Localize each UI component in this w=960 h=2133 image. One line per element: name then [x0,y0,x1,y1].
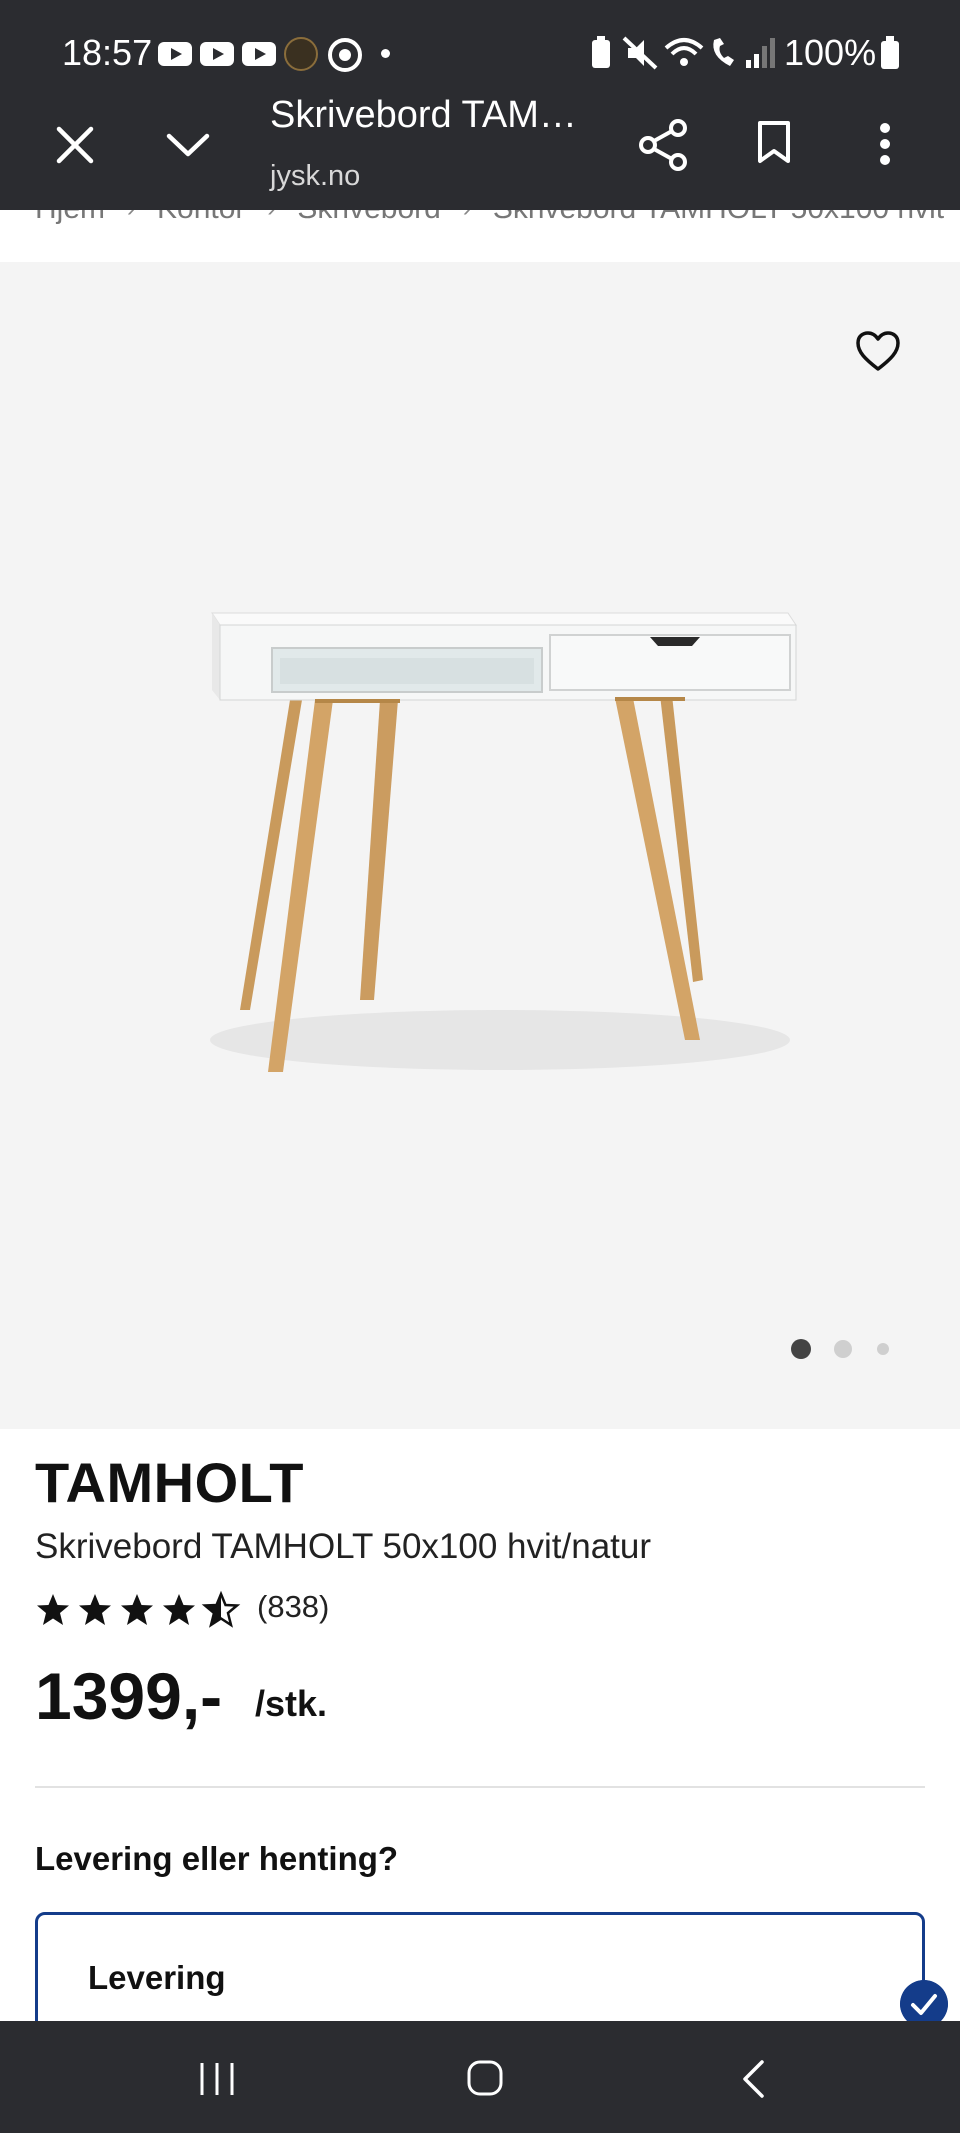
system-nav-bar [0,2021,960,2133]
rating-stars[interactable] [35,1590,245,1630]
delivery-option-label: Levering [88,1959,226,1996]
star-icon [79,1594,111,1625]
star-icon [121,1594,153,1625]
product-price: 1399,- [35,1659,223,1733]
wifi-calling-icon [713,38,734,66]
star-icon [163,1594,195,1625]
carousel-dot[interactable] [834,1340,852,1358]
delivery-question: Levering eller henting? [35,1840,399,1877]
page-title[interactable]: Skrivebord TAM… [270,94,577,137]
status-bar: 18:57 100% [0,0,960,106]
recent-apps-icon[interactable] [197,2061,237,2097]
youtube-notification-icon [242,42,276,66]
wifi-icon [664,38,704,66]
carousel-dot[interactable] [877,1343,889,1355]
price-unit: /stk. [255,1683,328,1724]
more-vert-icon[interactable] [878,122,892,166]
mute-icon [622,36,658,70]
review-count[interactable]: (838) [257,1589,329,1625]
back-icon[interactable] [740,2059,766,2099]
youtube-notification-icon [200,42,234,66]
youtube-notification-icon [158,42,192,66]
bookmark-icon[interactable] [756,120,792,164]
browser-toolbar: 18:57 100% Skrivebord TAM… jysk.no [0,0,960,210]
battery-percentage: 100% [784,32,877,73]
chevron-down-icon[interactable] [165,128,211,162]
battery-saver-icon [592,36,610,68]
carousel-dot-active[interactable] [791,1339,811,1359]
home-icon[interactable] [466,2059,504,2097]
product-name: Skrivebord TAMHOLT 50x100 hvit/natur [35,1527,652,1566]
page-url[interactable]: jysk.no [270,160,360,193]
status-time: 18:57 [62,32,153,73]
product-image [210,612,797,1072]
share-icon[interactable] [638,118,688,172]
app-root: 18:57 100% Skrivebord TAM… jysk.no TAMHO… [0,0,960,2133]
battery-icon [881,36,899,69]
chrome-notification-icon [328,38,362,72]
half-star-icon [203,1592,239,1627]
product-brand: TAMHOLT [35,1451,304,1514]
section-divider [35,1786,925,1788]
heart-icon[interactable] [855,330,901,372]
star-icon [37,1594,69,1625]
close-icon[interactable] [55,125,95,165]
signal-icon [746,38,775,68]
app-notification-icon [284,37,318,71]
more-notifications-icon [381,49,390,58]
